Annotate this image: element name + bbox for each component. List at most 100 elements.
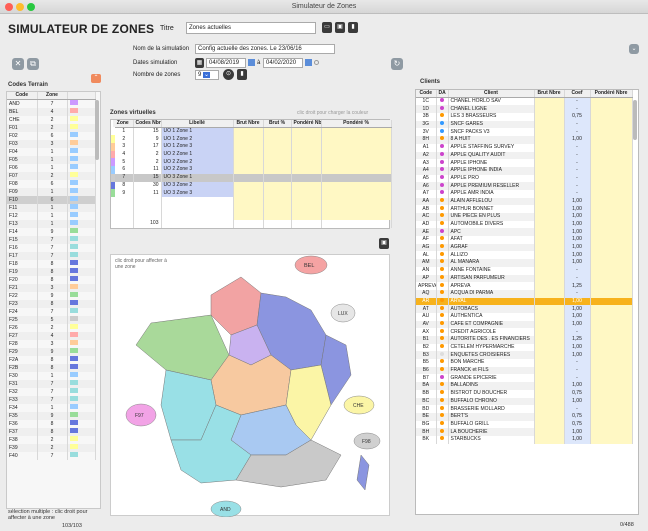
zone-cell[interactable]: 1 (37, 212, 68, 221)
table-row[interactable]: 1D CHANEL LIGNE - (416, 105, 633, 114)
column-header[interactable]: Libellé (161, 120, 234, 129)
coef-cell[interactable]: - (564, 289, 591, 298)
table-row[interactable]: 4 2 UO 2 Zone 1 (111, 150, 392, 159)
delete-zones-icon[interactable]: ▮ (237, 69, 247, 80)
table-row[interactable]: F11 1 (7, 204, 96, 213)
zone-cell[interactable]: 1 (37, 404, 68, 413)
collapse-icon[interactable]: ⌄ (629, 44, 639, 54)
table-row[interactable]: F35 9 (7, 412, 96, 421)
table-row[interactable]: AC UNE PIECE EN PLUS 1,00 (416, 213, 633, 221)
coef-cell[interactable]: 1,00 (564, 251, 591, 260)
table-row[interactable]: AM AL MANARA 1,00 (416, 259, 633, 267)
zone-cell[interactable]: 8 (37, 428, 68, 437)
save-icon[interactable]: ▣ (335, 22, 345, 33)
titre-input[interactable]: Zones actuelles (186, 22, 316, 34)
zone-cell[interactable]: 8 (37, 364, 68, 373)
column-header[interactable]: Code (7, 92, 38, 101)
table-row[interactable]: AND 7 (7, 99, 96, 109)
zone-cell[interactable]: 7 (37, 452, 68, 461)
table-row[interactable]: F08 6 (7, 180, 96, 189)
table-row[interactable]: F19 8 (7, 268, 96, 277)
table-row[interactable]: F30 1 (7, 372, 96, 381)
table-row[interactable]: F38 2 (7, 436, 96, 445)
save-map-icon[interactable]: ▣ (379, 238, 389, 249)
delete-icon[interactable]: ▮ (348, 22, 358, 33)
coef-cell[interactable]: 0,75 (564, 389, 591, 398)
column-header[interactable]: Codes Nbre (133, 120, 162, 129)
table-row[interactable]: B3 ENQUETES CROISIERES 1,00 (416, 351, 633, 360)
date-from-input[interactable]: 04/08/2019 (206, 58, 246, 68)
zone-cell[interactable]: 7 (37, 388, 68, 397)
table-row[interactable]: B5 BON MARCHE - (416, 359, 633, 367)
table-row[interactable]: F32 7 (7, 388, 96, 397)
table-row[interactable]: F2A 8 (7, 356, 96, 365)
zone-cell[interactable]: 4 (37, 108, 68, 117)
coef-cell[interactable]: 1,00 (564, 305, 591, 313)
table-row[interactable]: F39 2 (7, 444, 96, 453)
table-row[interactable]: AV CAFE ET COMPAGNIE 1,00 (416, 320, 633, 329)
table-row[interactable]: F21 3 (7, 284, 96, 293)
coef-cell[interactable]: - (564, 266, 591, 275)
zone-cell[interactable]: 1 (37, 188, 68, 197)
coef-cell[interactable]: 1,00 (564, 228, 591, 237)
expand-icon[interactable]: ⌃ (91, 74, 101, 83)
zone-cell[interactable]: 8 (37, 276, 68, 285)
coef-cell[interactable]: - (564, 105, 591, 114)
table-row[interactable]: F26 2 (7, 324, 96, 333)
table-row[interactable]: F06 1 (7, 164, 96, 173)
zoom-window-button[interactable] (27, 3, 35, 11)
coef-cell[interactable]: - (564, 182, 591, 190)
coef-cell[interactable]: 0,75 (564, 412, 591, 421)
table-row[interactable]: 3 17 UO 1 Zone 3 (111, 143, 392, 151)
table-row[interactable]: F22 9 (7, 292, 96, 301)
table-row[interactable]: BA BALLADINS 1,00 (416, 382, 633, 390)
table-row[interactable]: 8 30 UO 3 Zone 2 (111, 181, 392, 190)
coef-cell[interactable]: 0,75 (564, 113, 591, 121)
table-row[interactable]: F05 1 (7, 156, 96, 165)
coef-cell[interactable]: - (564, 189, 591, 198)
table-row[interactable]: 8H 8 A HUIT 1,00 (416, 136, 633, 144)
zone-cell[interactable]: 8 (37, 300, 68, 309)
zone-cell[interactable]: 7 (37, 396, 68, 405)
zone-cell[interactable]: 9 (37, 228, 68, 237)
table-row[interactable]: BEL 4 (7, 108, 96, 117)
table-row[interactable]: AA ALAIN AFFLELOU 1,00 (416, 197, 633, 206)
coef-cell[interactable]: - (564, 366, 591, 375)
table-row[interactable]: A6 APPLE PREMIUM RESELLER - (416, 182, 633, 190)
coef-cell[interactable]: - (564, 274, 591, 283)
zone-cell[interactable]: 1 (37, 372, 68, 381)
column-header[interactable]: Client (448, 90, 535, 99)
table-row[interactable]: BE BERT'S 0,75 (416, 412, 633, 421)
column-header[interactable]: Pondéré Nbre (590, 90, 633, 99)
table-row[interactable]: 6 11 UO 2 Zone 3 (111, 166, 392, 174)
coef-cell[interactable]: 1,00 (564, 297, 591, 306)
coef-cell[interactable]: 1,00 (564, 220, 591, 229)
zone-cell[interactable]: 7 (37, 380, 68, 389)
table-row[interactable]: 9 11 UO 3 Zone 3 (111, 189, 392, 197)
apply-icon[interactable]: ⊙ (223, 69, 234, 80)
zone-cell[interactable]: 8 (37, 260, 68, 269)
coef-cell[interactable]: 1,00 (564, 205, 591, 213)
table-row[interactable]: F01 2 (7, 124, 96, 133)
table-row[interactable]: BH LA BOUCHERIE 1,00 (416, 428, 633, 436)
france-map[interactable]: BEL LUX CHE F97 F98 AND (111, 255, 391, 518)
coef-cell[interactable]: 1,00 (564, 428, 591, 436)
table-row[interactable]: B1 AUTORITE DES . ES FINANCIERS 1,25 (416, 336, 633, 344)
scrollbar[interactable] (95, 100, 99, 160)
table-row[interactable]: F14 9 (7, 228, 96, 237)
zone-cell[interactable]: 7 (37, 99, 68, 109)
zone-cell[interactable]: 1 (37, 204, 68, 213)
zone-cell[interactable]: 5 (37, 316, 68, 325)
table-row[interactable]: AQ ACQUA DI PARMA - (416, 289, 633, 298)
zone-cell[interactable]: 3 (37, 140, 68, 149)
table-row[interactable]: F09 1 (7, 188, 96, 197)
table-row[interactable]: F16 7 (7, 244, 96, 253)
coef-cell[interactable]: 0,75 (564, 420, 591, 429)
zone-cell[interactable]: 2 (37, 436, 68, 445)
zone-cell[interactable]: 7 (37, 244, 68, 253)
column-header[interactable]: Pondéré % (321, 120, 392, 129)
zone-cell[interactable]: 2 (37, 172, 68, 181)
table-row[interactable]: F20 8 (7, 276, 96, 285)
table-row[interactable]: F24 7 (7, 308, 96, 317)
column-header[interactable]: Zone (37, 92, 68, 101)
